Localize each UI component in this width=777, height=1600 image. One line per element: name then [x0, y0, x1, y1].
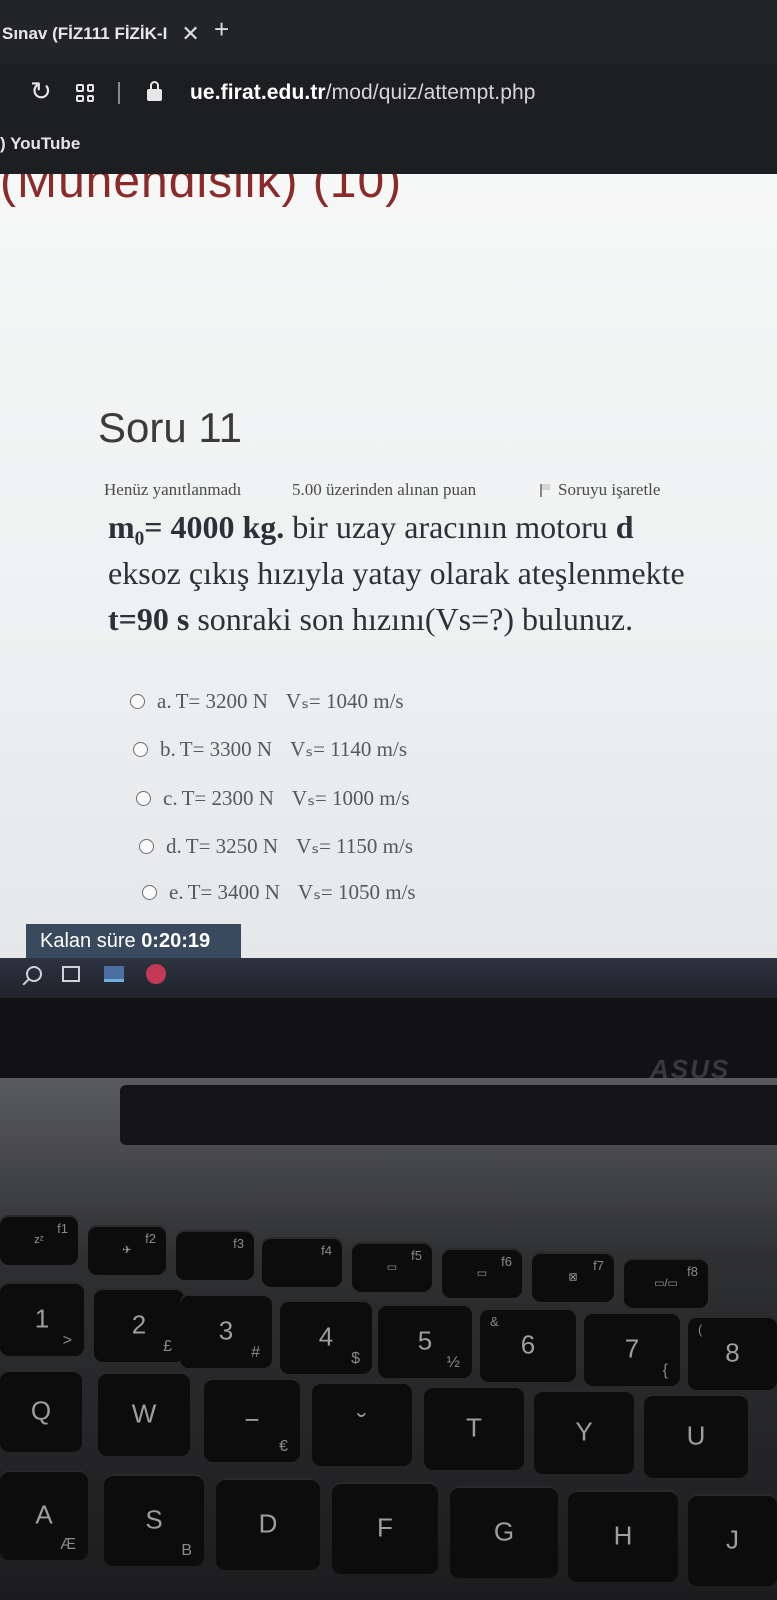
- key-y[interactable]: Y: [534, 1390, 634, 1474]
- reload-icon[interactable]: ↻: [30, 76, 52, 107]
- key-3[interactable]: 3 #: [180, 1294, 272, 1368]
- radio-button[interactable]: [139, 839, 154, 854]
- new-tab-button[interactable]: +: [214, 14, 229, 45]
- radio-button[interactable]: [142, 885, 157, 900]
- key-f3[interactable]: f3: [176, 1230, 254, 1280]
- key-f[interactable]: F: [332, 1482, 438, 1574]
- radio-button[interactable]: [136, 791, 151, 806]
- key-d[interactable]: D: [216, 1478, 320, 1570]
- url-host: ue.firat.edu.tr: [190, 81, 326, 104]
- key-t[interactable]: T: [424, 1386, 524, 1470]
- key-w[interactable]: W: [98, 1372, 190, 1456]
- taskbar-app-icon[interactable]: [104, 966, 124, 982]
- key-7[interactable]: 7{: [584, 1312, 680, 1386]
- question-title: Soru 11: [98, 404, 242, 451]
- speed-dial-icon[interactable]: [76, 84, 94, 102]
- question-text-line-1: m₀= 4000 kg. bir uzay aracının motoru d: [108, 509, 634, 545]
- key-r[interactable]: ˘: [312, 1382, 412, 1466]
- answer-option-e[interactable]: e. T= 3400 N Vₛ= 1050 m/s: [142, 880, 416, 905]
- flag-label: Soruyu işaretle: [558, 480, 661, 499]
- timer-value: 0:20:19: [141, 930, 211, 952]
- radio-button[interactable]: [130, 694, 145, 709]
- key-f6[interactable]: f6 ▭: [442, 1248, 522, 1298]
- key-f7[interactable]: f7 ⊠: [532, 1252, 614, 1302]
- key-5[interactable]: 5½: [378, 1304, 472, 1378]
- taskbar-browser-icon[interactable]: [146, 964, 166, 984]
- key-j[interactable]: J: [688, 1494, 777, 1586]
- key-6[interactable]: 6 &: [480, 1308, 576, 1382]
- task-view-icon[interactable]: [62, 966, 80, 982]
- key-8[interactable]: 8(: [688, 1316, 777, 1390]
- key-g[interactable]: G: [450, 1486, 558, 1578]
- windows-taskbar: [0, 958, 777, 998]
- flag-icon: [540, 483, 550, 497]
- bookmarks-bar: ) YouTube: [0, 122, 777, 174]
- course-heading: (Mühendislik) (10): [0, 174, 403, 208]
- quiz-page: (Mühendislik) (10) Soru 11 Henüz yanıtla…: [0, 174, 777, 988]
- url-path: /mod/quiz/attempt.php: [325, 81, 536, 104]
- key-q[interactable]: Q: [0, 1370, 82, 1452]
- radio-button[interactable]: [133, 742, 148, 757]
- answer-option-a[interactable]: a. T= 3200 N Vₛ= 1040 m/s: [130, 689, 404, 714]
- key-f8[interactable]: f8 ▭/▭: [624, 1258, 708, 1308]
- divider: [118, 82, 120, 104]
- key-f5[interactable]: f5 ▭: [352, 1242, 432, 1292]
- tab-title: Sınav (FİZ111 FİZİK-I: [2, 24, 168, 43]
- key-f2[interactable]: f2 ✈: [88, 1225, 166, 1275]
- search-icon[interactable]: [26, 966, 42, 982]
- key-s[interactable]: SB: [104, 1474, 204, 1566]
- browser-tab-quiz[interactable]: Sınav (FİZ111 FİZİK-I ✕: [0, 14, 200, 54]
- time-remaining: Kalan süre 0:20:19: [26, 924, 241, 962]
- key-1[interactable]: 1 >: [0, 1282, 84, 1356]
- key-2[interactable]: 2 £: [94, 1288, 184, 1362]
- key-f4[interactable]: f4: [262, 1237, 342, 1287]
- question-status: Henüz yanıtlanmadı: [104, 480, 242, 499]
- bookmark-youtube[interactable]: ) YouTube: [0, 134, 80, 154]
- key-e[interactable]: − €: [204, 1378, 300, 1462]
- laptop-logo: ASUS: [650, 1054, 731, 1084]
- answer-option-c[interactable]: c. T= 2300 N Vₛ= 1000 m/s: [136, 786, 410, 811]
- question-text-line-2: eksoz çıkış hızıyla yatay olarak ateşlen…: [108, 555, 685, 591]
- key-u[interactable]: U: [644, 1394, 748, 1478]
- url-field[interactable]: ue.firat.edu.tr/mod/quiz/attempt.php: [190, 81, 536, 105]
- close-icon[interactable]: ✕: [181, 21, 199, 47]
- key-4[interactable]: 4 $: [280, 1300, 372, 1374]
- browser-tab-bar: Sınav (FİZ111 FİZİK-I ✕ +: [0, 0, 777, 64]
- timer-label: Kalan süre: [40, 930, 136, 952]
- key-h[interactable]: H: [568, 1490, 678, 1582]
- answer-option-b[interactable]: b. T= 3300 N Vₛ= 1140 m/s: [133, 737, 407, 762]
- flag-question-link[interactable]: Soruyu işaretle: [540, 480, 660, 500]
- key-f1[interactable]: f1 zᶻ: [0, 1215, 78, 1265]
- question-score: 5.00 üzerinden alınan puan: [292, 480, 477, 499]
- laptop-hinge: [120, 1085, 777, 1145]
- address-bar: ↻ ue.firat.edu.tr/mod/quiz/attempt.php: [0, 64, 777, 122]
- key-a[interactable]: AÆ: [0, 1470, 88, 1560]
- question-text-line-3: t=90 s sonraki son hızını(Vs=?) bulunuz.: [108, 601, 634, 637]
- answer-option-d[interactable]: d. T= 3250 N Vₛ= 1150 m/s: [139, 834, 413, 859]
- lock-icon[interactable]: [147, 81, 162, 101]
